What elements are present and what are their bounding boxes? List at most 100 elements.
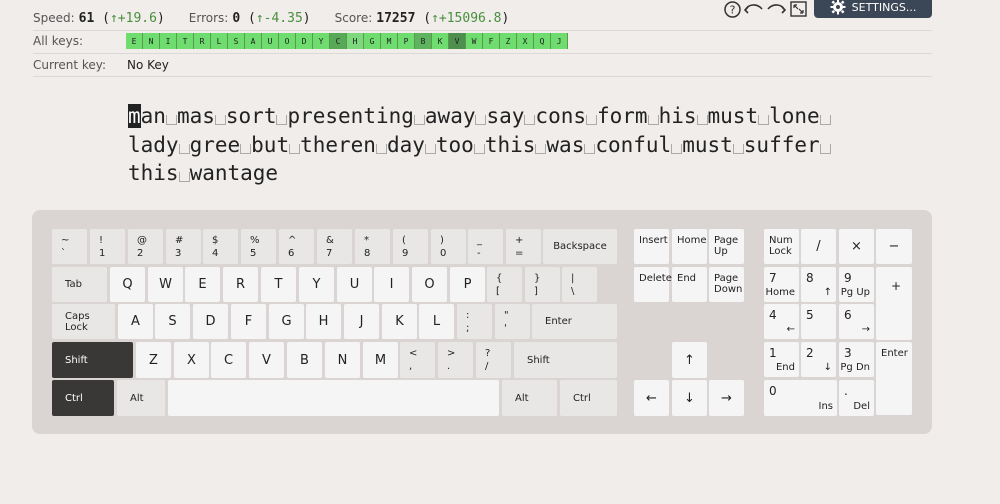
key-6[interactable]: ^ 6 bbox=[279, 229, 314, 264]
lesson-word: must bbox=[682, 132, 733, 157]
divider bbox=[33, 76, 932, 77]
key-c[interactable]: C bbox=[211, 342, 246, 378]
key-z[interactable]: Z bbox=[136, 342, 171, 378]
ctrl-left-key[interactable]: Ctrl bbox=[52, 380, 114, 416]
key-][interactable]: }] bbox=[525, 267, 560, 302]
key-label: 1 bbox=[769, 346, 777, 360]
key-r[interactable]: R bbox=[223, 267, 258, 302]
numpad-2-key[interactable]: 2 ↓ bbox=[801, 342, 836, 377]
delete-key[interactable]: Delete bbox=[634, 267, 672, 302]
key-n[interactable]: N bbox=[325, 342, 360, 378]
key-1[interactable]: ! 1 bbox=[90, 229, 125, 264]
key-t[interactable]: T bbox=[261, 267, 296, 302]
key-s[interactable]: S bbox=[155, 304, 190, 339]
page-up-key[interactable]: Page Up bbox=[709, 229, 744, 264]
key-y[interactable]: Y bbox=[299, 267, 334, 302]
page-down-key[interactable]: Page Down bbox=[709, 267, 744, 302]
key-o[interactable]: O bbox=[412, 267, 447, 302]
numpad-multiply-key[interactable]: × bbox=[839, 229, 874, 264]
num-lock-key[interactable]: Num Lock bbox=[764, 229, 799, 264]
alt-right-key[interactable]: Alt bbox=[502, 380, 557, 416]
numpad-8-key[interactable]: 8 ↑ bbox=[801, 267, 836, 302]
numpad-9-key[interactable]: 9 Pg Up bbox=[839, 267, 874, 302]
key-q[interactable]: Q bbox=[110, 267, 145, 302]
key-0[interactable]: ) 0 bbox=[431, 229, 466, 264]
key-sym4-0[interactable]: <, bbox=[400, 342, 435, 378]
key-3[interactable]: #3 bbox=[166, 229, 201, 264]
key-7[interactable]: & 7 bbox=[317, 229, 352, 264]
key-8[interactable]: * 8 bbox=[355, 229, 390, 264]
key-9[interactable]: (9 bbox=[393, 229, 428, 264]
key-x[interactable]: X bbox=[174, 342, 209, 378]
key-l[interactable]: L bbox=[419, 304, 454, 339]
arrow-left-key[interactable]: ← bbox=[634, 380, 669, 416]
home-key[interactable]: Home bbox=[672, 229, 707, 264]
key-=[interactable]: + = bbox=[506, 229, 541, 264]
key-label: Enter bbox=[881, 348, 908, 359]
key-b[interactable]: B bbox=[287, 342, 322, 378]
key-w[interactable]: W bbox=[148, 267, 183, 302]
key-p[interactable]: P bbox=[450, 267, 485, 302]
key-f[interactable]: F bbox=[231, 304, 266, 339]
key-label: G bbox=[281, 314, 292, 329]
numpad-decimal-key[interactable]: . Del bbox=[839, 380, 874, 416]
numpad-plus-key[interactable]: + bbox=[876, 267, 912, 340]
key-k[interactable]: K bbox=[382, 304, 417, 339]
numpad-divide-key[interactable]: / bbox=[801, 229, 836, 264]
key-2[interactable]: @2 bbox=[128, 229, 163, 264]
key-d[interactable]: D bbox=[193, 304, 228, 339]
undo-icon[interactable] bbox=[744, 0, 764, 18]
fullscreen-icon[interactable] bbox=[788, 0, 808, 18]
key-i[interactable]: I bbox=[374, 267, 409, 302]
alt-left-key[interactable]: Alt bbox=[117, 380, 165, 416]
numpad-1-key[interactable]: 1 End bbox=[764, 342, 799, 377]
space-key[interactable] bbox=[168, 380, 499, 416]
settings-button[interactable]: SETTINGS... bbox=[814, 0, 932, 18]
numpad-5-key[interactable]: 5 bbox=[801, 304, 836, 339]
key-sym4-1[interactable]: >. bbox=[438, 342, 473, 378]
caps-lock-key[interactable]: Caps Lock bbox=[52, 304, 115, 339]
key-sym-1[interactable]: " ' bbox=[495, 304, 530, 339]
key-j[interactable]: J bbox=[344, 304, 379, 339]
key-\[interactable]: | \ bbox=[562, 267, 597, 302]
numpad-minus-key[interactable]: − bbox=[876, 229, 912, 264]
ctrl-right-key[interactable]: Ctrl bbox=[560, 380, 617, 416]
tab-key[interactable]: Tab bbox=[52, 267, 107, 302]
numpad-7-key[interactable]: 7 Home bbox=[764, 267, 799, 302]
arrow-right-key[interactable]: → bbox=[709, 380, 744, 416]
svg-text:?: ? bbox=[729, 3, 735, 16]
backspace-key[interactable]: Backspace bbox=[543, 229, 617, 264]
key-a[interactable]: A bbox=[118, 304, 153, 339]
key-v[interactable]: V bbox=[249, 342, 284, 378]
key-sym-0[interactable]: :; bbox=[457, 304, 492, 339]
arrow-up-key[interactable]: ↑ bbox=[672, 342, 707, 378]
key-sym4-2[interactable]: ? / bbox=[476, 342, 511, 378]
redo-icon[interactable] bbox=[766, 0, 786, 18]
key-g[interactable]: G bbox=[269, 304, 304, 339]
numpad-0-key[interactable]: 0 Ins bbox=[764, 380, 837, 416]
speed-value: 61 bbox=[78, 10, 95, 26]
insert-key[interactable]: Insert bbox=[634, 229, 669, 264]
shift-left-key[interactable]: Shift bbox=[52, 342, 133, 378]
key-4[interactable]: $4 bbox=[203, 229, 238, 264]
numpad-enter-key[interactable]: Enter bbox=[876, 342, 912, 415]
key--[interactable]: _ - bbox=[468, 229, 503, 264]
key-`[interactable]: ~ ` bbox=[52, 229, 87, 264]
key-label: $ bbox=[212, 235, 219, 246]
key-5[interactable]: % 5 bbox=[241, 229, 276, 264]
enter-key[interactable]: Enter bbox=[532, 304, 617, 339]
key-m[interactable]: M bbox=[363, 342, 398, 378]
key-[[interactable]: {[ bbox=[487, 267, 522, 302]
end-key[interactable]: End bbox=[672, 267, 707, 302]
lesson-text[interactable]: man mas sort presenting away say cons form his mu… bbox=[128, 102, 848, 188]
shift-right-key[interactable]: Shift bbox=[514, 342, 617, 378]
key-h[interactable]: H bbox=[306, 304, 341, 339]
numpad-4-key[interactable]: 4 ← bbox=[764, 304, 799, 339]
numpad-3-key[interactable]: 3 Pg Dn bbox=[839, 342, 874, 377]
key-e[interactable]: E bbox=[185, 267, 220, 302]
key-label: ] bbox=[534, 286, 538, 297]
numpad-6-key[interactable]: 6 → bbox=[839, 304, 874, 339]
help-icon[interactable]: ? bbox=[722, 0, 742, 18]
key-u[interactable]: U bbox=[337, 267, 372, 302]
arrow-down-key[interactable]: ↓ bbox=[672, 380, 707, 416]
